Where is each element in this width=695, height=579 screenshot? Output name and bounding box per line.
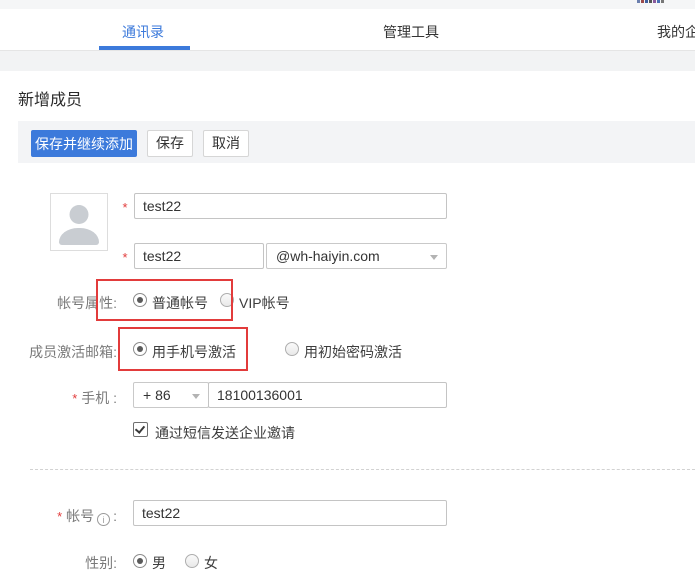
domain-select-value: @wh-haiyin.com [276, 248, 380, 264]
radio-gender-male[interactable] [133, 554, 147, 568]
radio-activate-by-password[interactable] [285, 342, 299, 356]
avatar-person-icon-body [59, 228, 99, 245]
save-and-continue-button[interactable]: 保存并继续添加 [31, 130, 137, 157]
gender-label: 性别: [0, 553, 117, 573]
avatar-upload[interactable] [50, 193, 108, 251]
tab-admin-tools[interactable]: 管理工具 [383, 24, 439, 40]
radio-normal-account-label[interactable]: 普通帐号 [152, 293, 208, 313]
radio-dot [137, 558, 143, 564]
top-strip [0, 0, 695, 9]
section-divider-strip [0, 51, 695, 71]
radio-gender-male-label[interactable]: 男 [152, 553, 166, 573]
radio-dot [137, 346, 143, 352]
required-marker: * [119, 250, 131, 265]
username-label-wrap: * 帐号i: [0, 506, 117, 526]
form-toolbar: 保存并继续添加 保存 取消 [18, 121, 695, 163]
sms-invite-label[interactable]: 通过短信发送企业邀请 [155, 423, 295, 443]
required-marker: * [72, 391, 77, 406]
country-code-select[interactable]: + 86 [133, 382, 209, 408]
info-icon[interactable]: i [97, 513, 110, 526]
clipped-content-above-fold [637, 0, 664, 3]
chevron-down-icon [192, 394, 200, 399]
chevron-down-icon [430, 255, 438, 260]
save-button[interactable]: 保存 [147, 130, 193, 157]
page-title: 新增成员 [18, 86, 82, 110]
radio-normal-account[interactable] [133, 293, 147, 307]
account-type-label: 帐号属性: [0, 293, 117, 313]
radio-vip-account-label[interactable]: VIP帐号 [239, 293, 290, 313]
username-label: 帐号 [66, 508, 94, 524]
radio-activate-by-phone-label[interactable]: 用手机号激活 [152, 342, 236, 362]
required-marker: * [57, 509, 62, 524]
radio-gender-female[interactable] [185, 554, 199, 568]
username-colon: : [113, 508, 117, 524]
tab-my-enterprise[interactable]: 我的企 [657, 24, 695, 40]
name-input[interactable] [134, 193, 447, 219]
exmail-admin-window: 通讯录 管理工具 我的企 新增成员 保存并继续添加 保存 取消 * * @wh-… [0, 0, 695, 579]
tab-contacts[interactable]: 通讯录 [122, 24, 164, 40]
country-code-value: + 86 [143, 387, 171, 403]
header-tab-bar: 通讯录 管理工具 我的企 [0, 9, 695, 51]
mobile-label-wrap: * 手机 : [0, 388, 117, 408]
radio-gender-female-label[interactable]: 女 [204, 553, 218, 573]
cancel-button[interactable]: 取消 [203, 130, 249, 157]
required-marker: * [119, 200, 131, 215]
radio-activate-by-password-label[interactable]: 用初始密码激活 [304, 342, 402, 362]
active-tab-underline [99, 46, 190, 50]
activation-label: 成员激活邮箱: [0, 342, 117, 362]
username-input[interactable] [133, 500, 447, 526]
avatar-person-icon [70, 205, 89, 224]
radio-vip-account[interactable] [220, 293, 234, 307]
radio-activate-by-phone[interactable] [133, 342, 147, 356]
domain-select[interactable]: @wh-haiyin.com [266, 243, 447, 269]
account-input[interactable] [134, 243, 264, 269]
mobile-number-input[interactable] [208, 382, 447, 408]
check-icon [135, 423, 145, 434]
dashed-divider [30, 469, 695, 470]
add-member-form: 新增成员 保存并继续添加 保存 取消 * * @wh-haiyin.com 帐号… [0, 71, 695, 579]
radio-dot [137, 297, 143, 303]
mobile-label: 手机 : [81, 390, 117, 406]
sms-invite-checkbox[interactable] [133, 422, 148, 437]
